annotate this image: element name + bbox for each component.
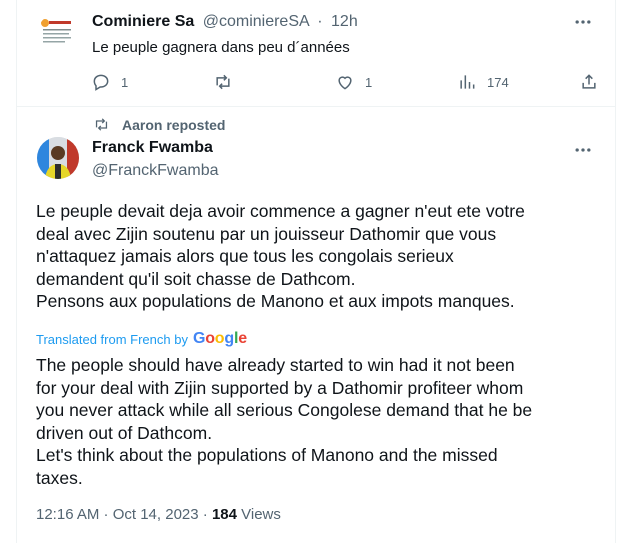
like-button[interactable]: 1 (335, 72, 372, 92)
text-line: The people should have already started t… (36, 355, 515, 375)
retweet-icon (95, 118, 108, 131)
views-label: Views (241, 506, 281, 523)
author-name[interactable]: Franck Fwamba (92, 139, 213, 157)
tweet-timestamp[interactable]: 12:16 AM · Oct 14, 2023 · (36, 506, 208, 523)
retweet-button[interactable] (213, 72, 243, 92)
text-line: Let's think about the populations of Man… (36, 445, 498, 465)
analytics-icon (460, 75, 475, 89)
reply-button[interactable]: 1 (91, 72, 128, 92)
tweet-text-translation: The people should have already started t… (36, 354, 611, 489)
author-handle[interactable]: @FranckFwamba (92, 162, 219, 180)
text-line: for your deal with Zijin supported by a … (36, 377, 524, 398)
text-line: taxes. (36, 467, 83, 488)
heart-icon (338, 76, 352, 90)
tweet-cominiere[interactable]: Cominiere Sa @cominiereSA · 12h Le peupl… (17, 0, 615, 107)
timeline: Cominiere Sa @cominiereSA · 12h Le peupl… (16, 0, 616, 543)
text-line: you never attack while all serious Congo… (36, 400, 533, 420)
view-count: 174 (487, 74, 509, 90)
tweet-text-original: Le peuple devait deja avoir commence a g… (36, 200, 601, 313)
more-horizontal-icon[interactable] (573, 12, 593, 37)
text-line: demandent qu'il soit chasse de Dathcom. (36, 268, 356, 289)
text-line: deal avec Zijin soutenu par un jouisseur… (36, 223, 497, 244)
avatar-cominiere[interactable] (37, 14, 77, 54)
tweet-text: Le peuple gagnera dans peu d´années (92, 39, 350, 56)
tweet-header: Cominiere Sa @cominiereSA · 12h (92, 13, 358, 31)
reply-count: 1 (121, 74, 129, 90)
translated-from-label[interactable]: Translated from French by Google (36, 330, 247, 348)
repost-indicator[interactable]: Aaron reposted (93, 116, 225, 133)
tweet-metadata: 12:16 AM · Oct 14, 2023 · 184 Views (36, 506, 281, 523)
text-line: Le peuple devait deja avoir commence a g… (36, 201, 525, 221)
retweet-icon (216, 74, 230, 90)
google-logo: Google (192, 330, 247, 347)
separator: · (317, 13, 323, 30)
text-line: Pensons aux populations de Manono et aux… (36, 291, 515, 311)
share-button[interactable] (579, 72, 599, 92)
repost-label: Aaron reposted (122, 116, 226, 133)
avatar-franck[interactable] (37, 137, 79, 179)
share-icon (582, 74, 596, 89)
reply-icon (93, 74, 109, 91)
tweet-actions: 1 1 174 (91, 72, 601, 94)
author-handle[interactable]: @cominiereSA (203, 13, 309, 30)
text-line: n'attaquez jamais alors que tous les con… (36, 246, 454, 266)
translated-text: Translated from French by (36, 331, 188, 347)
tweet-time[interactable]: 12h (331, 13, 358, 30)
views-button[interactable]: 174 (457, 72, 509, 92)
more-horizontal-icon[interactable] (573, 140, 593, 165)
like-count: 1 (365, 74, 373, 90)
author-name[interactable]: Cominiere Sa (92, 13, 194, 30)
views-count: 184 (211, 506, 237, 523)
text-line: driven out of Dathcom. (36, 422, 213, 443)
